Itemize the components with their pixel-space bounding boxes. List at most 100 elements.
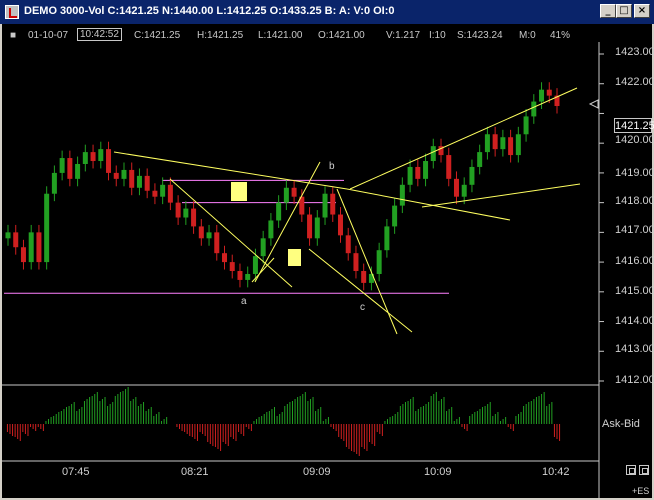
candle-body — [214, 232, 220, 254]
candle-body — [415, 166, 421, 179]
candle-body — [283, 187, 289, 203]
maximize-button[interactable]: □ — [616, 4, 632, 18]
candle-body — [330, 193, 336, 215]
candle-body — [252, 256, 258, 274]
candle-body — [291, 187, 297, 197]
candle-body — [36, 232, 42, 263]
restore-pane-icon[interactable] — [626, 465, 636, 475]
candle-body — [175, 202, 181, 218]
price-tick: 1413.00 — [615, 343, 654, 355]
price-tick: 1416.00 — [615, 255, 654, 267]
candle-body — [152, 190, 158, 197]
candle-body — [260, 238, 266, 257]
close-button[interactable]: × — [634, 4, 650, 18]
maximize-pane-icon[interactable] — [639, 465, 649, 475]
time-tick: 10:42 — [542, 466, 570, 478]
price-tick: 1412.00 — [615, 374, 654, 386]
candle-body — [461, 184, 467, 197]
candle-body — [113, 172, 119, 179]
candle-body — [13, 232, 19, 248]
highlight-box — [231, 182, 247, 201]
candle-body — [392, 205, 398, 227]
candle-body — [222, 253, 228, 263]
candle-body — [183, 208, 189, 218]
price-tick: 1422.00 — [615, 76, 654, 88]
candle-body — [453, 178, 459, 197]
price-tick: 1417.00 — [615, 224, 654, 236]
candle-body — [28, 232, 34, 263]
histogram — [6, 387, 561, 456]
candle-body — [314, 217, 320, 239]
candle-body — [206, 232, 212, 239]
candle-body — [121, 169, 127, 179]
candle-body — [51, 172, 57, 194]
label-a: a — [241, 296, 247, 307]
candle-body — [59, 158, 65, 173]
candle-body — [446, 155, 452, 179]
candle-body — [430, 146, 436, 162]
trendline — [346, 188, 511, 221]
candle-body — [5, 232, 11, 239]
candle-body — [276, 202, 282, 221]
price-tick: 1415.00 — [615, 285, 654, 297]
candle-body — [106, 149, 112, 173]
chart-area[interactable]: ■ 01-10-07 10:42:52 C:1421.25 H:1421.25 … — [2, 24, 654, 498]
candle-body — [508, 137, 514, 156]
price-arrow-icon — [588, 99, 599, 109]
candle-body — [477, 152, 483, 167]
indicator-name: Ask-Bid — [602, 418, 640, 430]
price-tick: 1420.00 — [615, 134, 654, 146]
candle-body — [167, 184, 173, 203]
candle-body — [98, 149, 104, 162]
candle-body — [399, 184, 405, 206]
candle-body — [337, 214, 343, 236]
trendline — [349, 87, 578, 190]
minimize-button[interactable]: _ — [600, 4, 616, 18]
candles — [5, 82, 560, 291]
trendline — [421, 183, 581, 208]
price-tick: 1423.00 — [615, 46, 654, 58]
candle-body — [307, 214, 313, 239]
time-tick: 07:45 — [62, 466, 90, 478]
trendline — [308, 248, 413, 333]
candle-body — [407, 166, 413, 185]
candle-body — [500, 137, 506, 150]
candle-body — [376, 250, 382, 274]
candle-body — [237, 271, 243, 280]
candle-body — [44, 193, 50, 263]
title-bar[interactable]: DEMO 3000-Vol C:1421.25 N:1440.00 L:1412… — [0, 0, 654, 24]
candle-body — [469, 166, 475, 185]
candle-body — [229, 262, 235, 272]
time-tick: 10:09 — [424, 466, 452, 478]
candle-body — [523, 116, 529, 135]
candle-body — [515, 134, 521, 156]
candle-body — [345, 235, 351, 254]
chart-canvas[interactable] — [2, 24, 652, 498]
candle-body — [144, 175, 150, 191]
candle-body — [160, 184, 166, 197]
candle-body — [129, 169, 135, 188]
candle-body — [136, 175, 142, 188]
candle-body — [82, 152, 88, 164]
candle-body — [75, 163, 81, 179]
trendline — [336, 188, 398, 335]
window-title: DEMO 3000-Vol C:1421.25 N:1440.00 L:1412… — [24, 5, 395, 17]
price-tick: 1414.00 — [615, 315, 654, 327]
candle-body — [423, 161, 429, 179]
candle-body — [245, 273, 251, 280]
candle-body — [546, 89, 552, 96]
price-tick: 1418.00 — [615, 195, 654, 207]
candle-body — [361, 271, 367, 283]
candle-body — [20, 247, 26, 263]
highlight-box — [288, 249, 301, 266]
candle-body — [322, 193, 328, 218]
label-c: c — [360, 302, 365, 313]
current-price-marker: 1421.25 — [614, 118, 654, 133]
candle-body — [198, 226, 204, 239]
candle-body — [484, 134, 490, 153]
price-tick: 1419.00 — [615, 167, 654, 179]
candle-body — [268, 220, 274, 239]
candle-body — [353, 253, 359, 272]
time-tick: 09:09 — [303, 466, 331, 478]
app-icon[interactable] — [5, 5, 19, 19]
